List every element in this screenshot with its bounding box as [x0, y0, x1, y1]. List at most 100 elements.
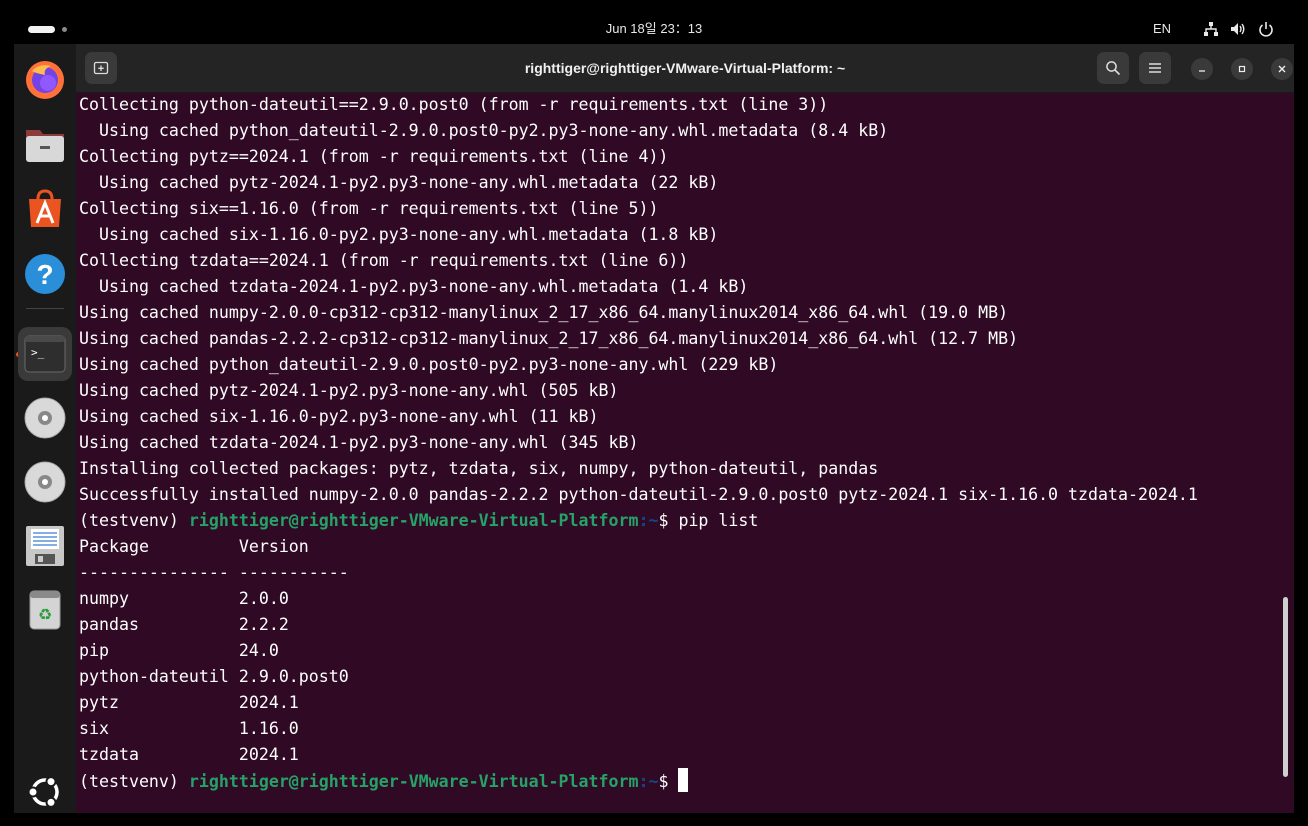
prompt-symbol: $ [658, 772, 679, 791]
menu-button[interactable] [1139, 52, 1171, 84]
dock-separator [26, 308, 64, 309]
output-line: Using cached python_dateutil-2.9.0.post0… [79, 355, 779, 374]
ubuntu-logo-icon [27, 776, 59, 808]
dock-help[interactable]: ? [18, 247, 72, 301]
version-cell: Version [238, 537, 309, 556]
package-name-cell: pip [79, 641, 239, 660]
input-language[interactable]: EN [1153, 14, 1171, 44]
clock[interactable]: Jun 18일 23：13 [14, 14, 1294, 44]
floppy-save-icon [26, 526, 64, 566]
trash-icon: ♻ [29, 590, 61, 630]
prompt-user: righttiger@righttiger-VMware-Virtual-Pla… [188, 772, 639, 791]
output-line: Installing collected packages: pytz, tzd… [79, 459, 879, 478]
version-cell: 2024.1 [238, 745, 299, 764]
pip-list-header: Package Version [79, 534, 1289, 560]
package-name-cell: pytz [79, 693, 239, 712]
dock-show-apps[interactable] [18, 765, 72, 813]
scrollbar[interactable] [1283, 597, 1288, 777]
close-button[interactable] [1271, 58, 1293, 80]
dock-disc-1[interactable] [18, 391, 72, 445]
terminal-icon: >_ [24, 335, 66, 373]
output-line: Collecting tzdata==2024.1 (from -r requi… [79, 251, 689, 270]
pip-list-separator: --------------- ----------- [79, 560, 1289, 586]
maximize-button[interactable] [1231, 58, 1253, 80]
hamburger-menu-icon [1149, 63, 1161, 73]
output-line: Using cached pandas-2.2.2-cp312-cp312-ma… [79, 329, 1019, 348]
package-name-cell: pandas [79, 615, 239, 634]
version-cell: ----------- [238, 563, 349, 582]
version-cell: 2.2.2 [238, 615, 289, 634]
disc-icon [24, 461, 66, 503]
version-cell: 1.16.0 [238, 719, 299, 738]
output-line: Collecting six==1.16.0 (from -r requirem… [79, 199, 659, 218]
output-line: Collecting pytz==2024.1 (from -r require… [79, 147, 669, 166]
desktop: Jun 18일 23：13 EN ? >_ ♻ righttiger@right… [14, 14, 1294, 813]
pip-list-table: Package Version --------------- ---------… [79, 534, 1289, 768]
package-name-cell: python-dateutil [79, 667, 239, 686]
disc-icon [24, 397, 66, 439]
volume-icon[interactable] [1230, 21, 1246, 37]
prompt-line: (testvenv) righttiger@righttiger-VMware-… [79, 508, 1289, 534]
dock-firefox[interactable] [18, 52, 72, 106]
prompt-path: :~ [638, 511, 659, 530]
dock-trash[interactable]: ♻ [18, 583, 72, 637]
output-line: Using cached tzdata-2024.1-py2.py3-none-… [79, 433, 639, 452]
version-cell: 24.0 [238, 641, 279, 660]
close-icon [1278, 65, 1286, 73]
app-center-icon [29, 189, 61, 227]
search-button[interactable] [1097, 52, 1129, 84]
version-cell: 2024.1 [238, 693, 299, 712]
power-icon[interactable] [1258, 21, 1274, 37]
prompt-env: (testvenv) [79, 772, 189, 791]
dock-disc-2[interactable] [18, 455, 72, 509]
dock: ? >_ ♻ [14, 44, 76, 813]
pip-list-row: pip 24.0 [79, 638, 1289, 664]
command-text: pip list [678, 511, 759, 530]
pip-list-row: numpy 2.0.0 [79, 586, 1289, 612]
dock-save[interactable] [18, 519, 72, 573]
pip-list-row: pandas 2.2.2 [79, 612, 1289, 638]
prompt-symbol: $ [658, 511, 679, 530]
firefox-icon [26, 61, 64, 99]
output-line: Using cached numpy-2.0.0-cp312-cp312-man… [79, 303, 1009, 322]
restore-icon [1238, 65, 1246, 73]
output-line: Using cached pytz-2024.1-py2.py3-none-an… [79, 173, 719, 192]
pip-list-row: six 1.16.0 [79, 716, 1289, 742]
svg-text:?: ? [36, 259, 53, 290]
network-icon[interactable] [1203, 21, 1219, 37]
files-icon [26, 130, 64, 162]
header-bar: righttiger@righttiger-VMware-Virtual-Pla… [76, 44, 1294, 93]
output-line: Using cached python_dateutil-2.9.0.post0… [79, 121, 889, 140]
output-line: Successfully installed numpy-2.0.0 panda… [79, 485, 1198, 504]
prompt-path: :~ [638, 772, 659, 791]
terminal-window: righttiger@righttiger-VMware-Virtual-Pla… [76, 44, 1294, 813]
package-name-cell: --------------- [79, 563, 239, 582]
prompt-user: righttiger@righttiger-VMware-Virtual-Pla… [188, 511, 639, 530]
version-cell: 2.0.0 [238, 589, 289, 608]
package-name-cell: tzdata [79, 745, 239, 764]
svg-text:>_: >_ [31, 346, 45, 359]
svg-text:♻: ♻ [38, 605, 52, 624]
output-line: Collecting python-dateutil==2.9.0.post0 … [79, 95, 829, 114]
output-line: Using cached pytz-2024.1-py2.py3-none-an… [79, 381, 619, 400]
text-cursor [678, 768, 689, 792]
dock-app-center[interactable] [18, 182, 72, 236]
dock-terminal[interactable]: >_ [18, 327, 72, 381]
version-cell: 2.9.0.post0 [238, 667, 349, 686]
package-name-cell: Package [79, 537, 239, 556]
search-icon [1106, 61, 1121, 76]
output-line: Using cached six-1.16.0-py2.py3-none-any… [79, 407, 599, 426]
package-name-cell: numpy [79, 589, 239, 608]
output-line: Using cached six-1.16.0-py2.py3-none-any… [79, 225, 719, 244]
output-line: Using cached tzdata-2024.1-py2.py3-none-… [79, 277, 749, 296]
active-prompt-line[interactable]: (testvenv) righttiger@righttiger-VMware-… [79, 768, 1289, 794]
minimize-button[interactable] [1191, 58, 1213, 80]
pip-list-row: python-dateutil 2.9.0.post0 [79, 664, 1289, 690]
minimize-icon [1199, 70, 1205, 72]
prompt-env: (testvenv) [79, 511, 189, 530]
help-icon: ? [25, 254, 65, 294]
terminal-output[interactable]: Collecting python-dateutil==2.9.0.post0 … [76, 92, 1289, 813]
top-bar: Jun 18일 23：13 EN [14, 14, 1294, 44]
dock-files[interactable] [18, 117, 72, 171]
package-name-cell: six [79, 719, 239, 738]
